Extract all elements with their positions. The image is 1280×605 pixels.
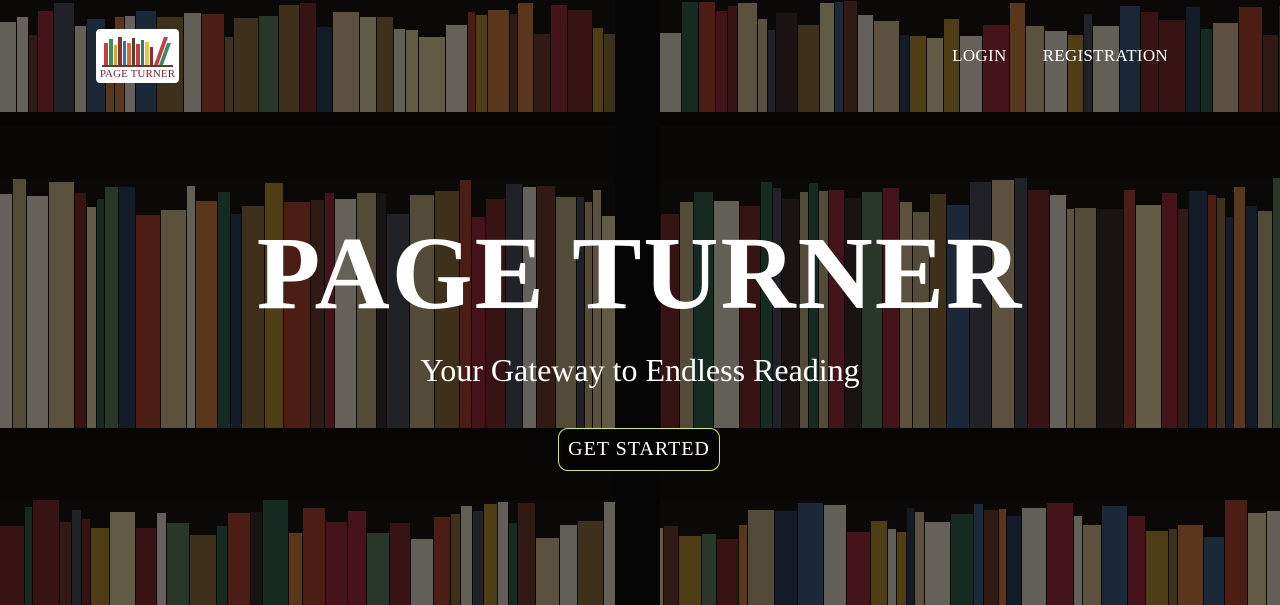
logo-text: PAGE TURNER (99, 68, 176, 80)
logo[interactable]: PAGE TURNER (96, 29, 179, 83)
hero-title: PAGE TURNER (256, 216, 1024, 331)
login-link[interactable]: LOGIN (952, 46, 1006, 66)
nav-links: LOGIN REGISTRATION (952, 46, 1168, 66)
get-started-button[interactable]: GET STARTED (558, 428, 720, 471)
navbar: PAGE TURNER LOGIN REGISTRATION (0, 0, 1280, 112)
registration-link[interactable]: REGISTRATION (1043, 46, 1168, 66)
hero-subtitle: Your Gateway to Endless Reading (420, 352, 860, 388)
hero-section: PAGE TURNER LOGIN REGISTRATION PAGE TURN… (0, 0, 1280, 605)
books-icon (102, 37, 173, 67)
